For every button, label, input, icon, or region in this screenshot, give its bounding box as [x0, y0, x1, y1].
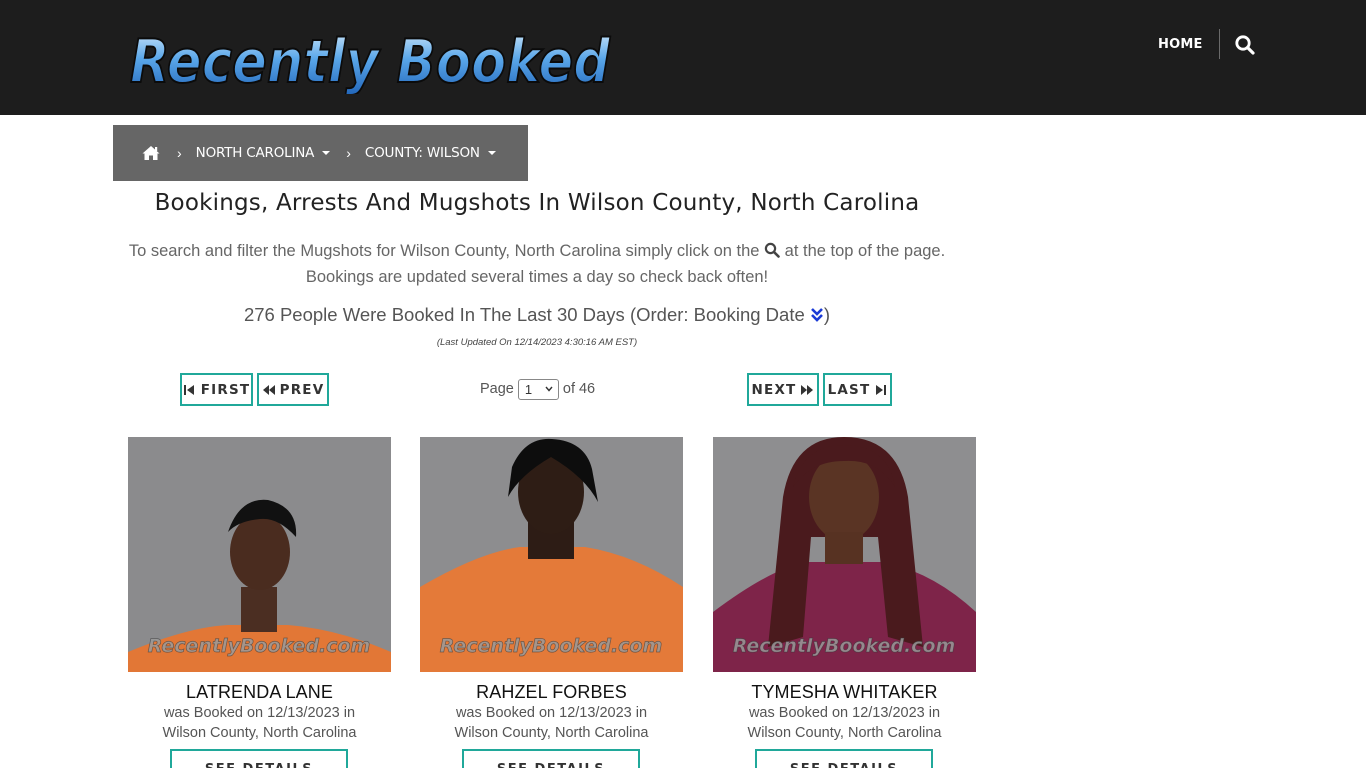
person-card: RecentlyBooked.com LATRENDA LANE was Boo…: [128, 437, 391, 768]
mugshot-image[interactable]: RecentlyBooked.com: [128, 437, 391, 672]
booking-count: 276 People Were Booked In The Last 30 Da…: [113, 304, 961, 326]
booking-count-text: 276 People Were Booked In The Last 30 Da…: [243, 304, 805, 325]
page-select[interactable]: 1: [517, 378, 559, 400]
page-count: of 46: [562, 381, 596, 397]
backward-icon: [262, 384, 275, 395]
last-page-label: LAST: [827, 381, 871, 398]
mugshot-image[interactable]: RecentlyBooked.com: [420, 437, 683, 672]
last-updated: (Last Updated On 12/14/2023 4:30:16 AM E…: [436, 337, 638, 348]
booking-location-line: Wilson County, North Carolina: [747, 725, 942, 741]
booking-info: was Booked on 12/13/2023 in Wilson Count…: [118, 703, 401, 743]
chevron-right-icon: ›: [177, 145, 182, 161]
page-select-value: 1: [524, 381, 533, 397]
watermark-text: RecentlyBooked.com: [440, 635, 663, 657]
search-icon: [764, 240, 780, 258]
nav-divider: [1219, 29, 1220, 59]
logo-graphic: Recently Booked: [129, 26, 612, 94]
person-name[interactable]: RAHZEL FORBES: [410, 682, 693, 703]
step-forward-icon: [876, 384, 887, 395]
see-details-button[interactable]: SEE DETAILS: [462, 749, 640, 768]
caret-down-icon: [322, 151, 331, 155]
booking-date-line: was Booked on 12/13/2023 in: [455, 705, 648, 721]
breadcrumb-county-dropdown[interactable]: COUNTY: WILSON: [365, 145, 496, 161]
prev-page-button[interactable]: PREV: [257, 373, 329, 406]
forward-icon: [801, 384, 814, 395]
double-chevron-down-icon[interactable]: [810, 306, 824, 322]
page-title: Bookings, Arrests And Mugshots In Wilson…: [154, 190, 920, 216]
person-card: RecentlyBooked.com TYMESHA WHITAKER was …: [713, 437, 976, 768]
booking-count-close: ): [823, 304, 831, 325]
page-selector: Page 1 of 46: [480, 378, 595, 400]
page-label: Page: [480, 381, 514, 397]
watermark-text: RecentlyBooked.com: [733, 635, 956, 657]
see-details-button[interactable]: SEE DETAILS: [170, 749, 348, 768]
chevron-right-icon: ›: [346, 145, 351, 161]
booking-location-line: Wilson County, North Carolina: [162, 725, 357, 741]
intro-part2: at the top of the page.: [784, 242, 946, 260]
mugshot-image[interactable]: RecentlyBooked.com: [713, 437, 976, 672]
breadcrumb: › NORTH CAROLINA › COUNTY: WILSON: [113, 125, 528, 181]
site-header: Recently Booked HOME: [0, 0, 1366, 115]
person-name[interactable]: TYMESHA WHITAKER: [703, 682, 986, 703]
person-card: RecentlyBooked.com RAHZEL FORBES was Boo…: [420, 437, 683, 768]
intro-text: To search and filter the Mugshots for Wi…: [113, 238, 961, 290]
chevron-down-icon: [545, 386, 553, 392]
caret-down-icon: [487, 151, 496, 155]
first-page-button[interactable]: FIRST: [180, 373, 253, 406]
watermark-text: RecentlyBooked.com: [148, 635, 371, 657]
see-details-button[interactable]: SEE DETAILS: [755, 749, 933, 768]
home-icon[interactable]: [141, 144, 161, 162]
next-page-button[interactable]: NEXT: [747, 373, 819, 406]
first-page-label: FIRST: [200, 381, 251, 398]
breadcrumb-state-dropdown[interactable]: NORTH CAROLINA: [196, 145, 331, 161]
logo-text: Recently Booked: [130, 27, 611, 94]
step-backward-icon: [183, 384, 194, 395]
booking-date-line: was Booked on 12/13/2023 in: [163, 705, 356, 721]
booking-info: was Booked on 12/13/2023 in Wilson Count…: [410, 703, 693, 743]
intro-line2: Bookings are updated several times a day…: [305, 268, 769, 286]
site-logo[interactable]: Recently Booked: [124, 18, 618, 94]
next-page-label: NEXT: [751, 381, 797, 398]
breadcrumb-county-label: COUNTY: WILSON: [364, 145, 480, 161]
breadcrumb-state-label: NORTH CAROLINA: [195, 145, 315, 161]
last-page-button[interactable]: LAST: [823, 373, 892, 406]
booking-info: was Booked on 12/13/2023 in Wilson Count…: [703, 703, 986, 743]
booking-location-line: Wilson County, North Carolina: [454, 725, 649, 741]
prev-page-label: PREV: [279, 381, 325, 398]
nav-home-link[interactable]: HOME: [1158, 35, 1203, 55]
person-name[interactable]: LATRENDA LANE: [118, 682, 401, 703]
booking-date-line: was Booked on 12/13/2023 in: [748, 705, 941, 721]
intro-part1: To search and filter the Mugshots for Wi…: [128, 242, 760, 260]
search-icon[interactable]: [1234, 34, 1256, 56]
